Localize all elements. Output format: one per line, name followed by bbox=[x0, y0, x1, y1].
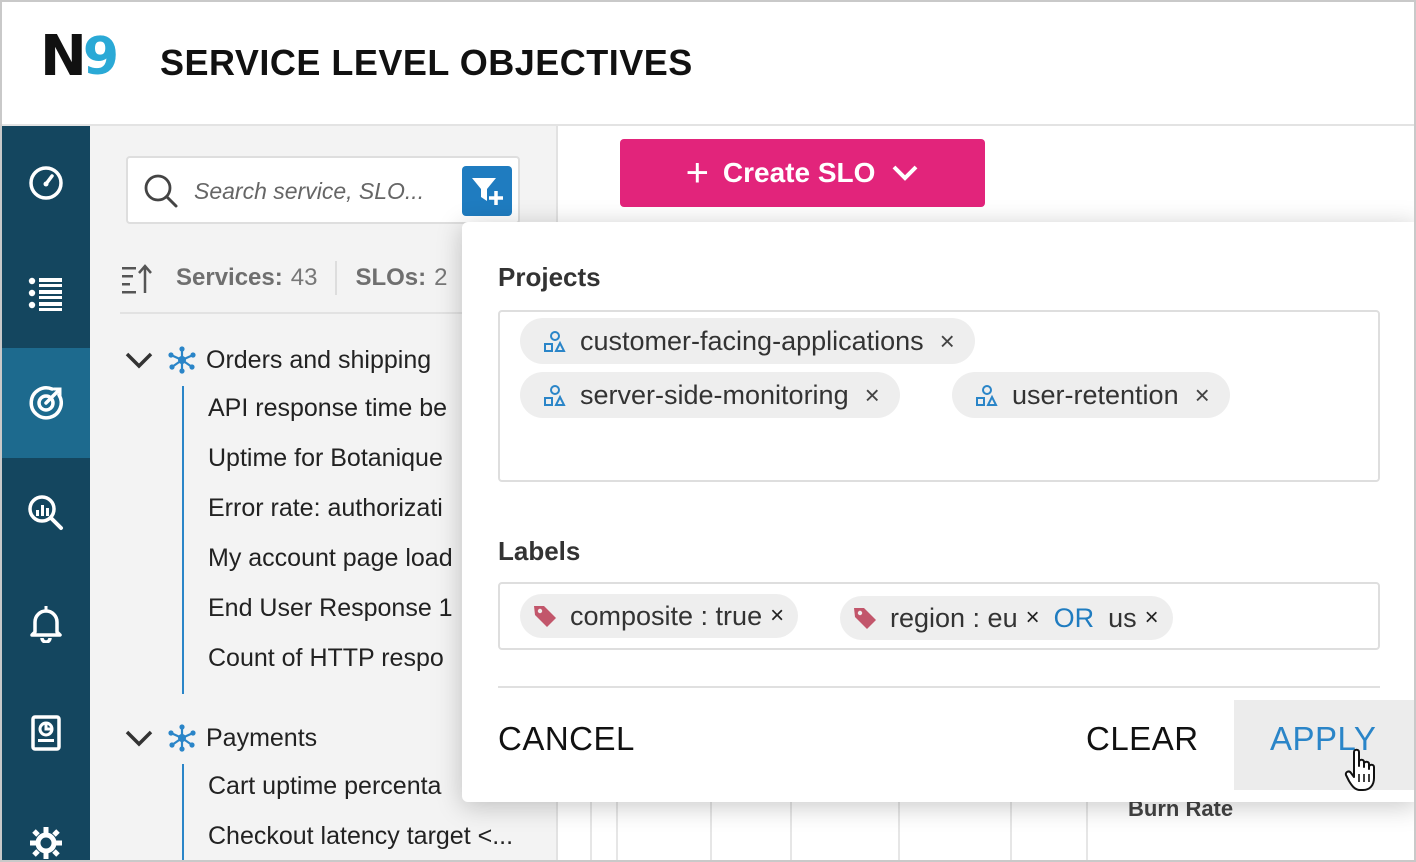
close-icon[interactable]: × bbox=[1145, 604, 1159, 632]
sidebar-nav bbox=[2, 126, 90, 860]
top-header: N 9 SERVICE LEVEL OBJECTIVES bbox=[2, 2, 1414, 126]
tree-line bbox=[182, 386, 184, 694]
divider bbox=[335, 261, 338, 295]
chevron-down-icon[interactable] bbox=[124, 723, 154, 753]
service-icon bbox=[168, 724, 196, 752]
chevron-down-icon bbox=[893, 165, 918, 181]
project-icon bbox=[544, 385, 566, 406]
filter-plus-icon bbox=[472, 178, 503, 205]
slo-list-item[interactable]: Checkout latency target <... bbox=[208, 816, 548, 856]
service-group-payments[interactable]: Payments bbox=[124, 718, 317, 758]
filter-dropdown: Projects customer-facing-applications × … bbox=[462, 222, 1414, 802]
project-name: server-side-monitoring bbox=[580, 379, 849, 410]
nav-dashboard[interactable] bbox=[2, 128, 90, 238]
search-icon bbox=[144, 174, 178, 208]
project-chip: user-retention × bbox=[952, 372, 1230, 418]
slos-count-label: SLOs: bbox=[355, 264, 427, 291]
project-icon bbox=[976, 385, 998, 406]
label-key-value: region : eu bbox=[890, 602, 1018, 633]
projects-title: Projects bbox=[498, 262, 601, 292]
clear-button[interactable]: CLEAR bbox=[1086, 720, 1199, 758]
project-chip: customer-facing-applications × bbox=[520, 318, 975, 364]
close-icon[interactable]: × bbox=[940, 326, 955, 357]
page-title: SERVICE LEVEL OBJECTIVES bbox=[160, 42, 693, 83]
nav-analytics[interactable] bbox=[2, 458, 90, 568]
label-chip: composite : true × bbox=[520, 594, 799, 638]
label-text: composite : true bbox=[570, 600, 763, 631]
n9-logo[interactable]: N 9 bbox=[40, 24, 120, 89]
speedometer-icon bbox=[29, 166, 63, 200]
plus-icon: + bbox=[685, 151, 709, 195]
logo-digit: 9 bbox=[82, 27, 120, 87]
service-icon bbox=[168, 346, 196, 374]
project-name: user-retention bbox=[1012, 379, 1179, 410]
gear-icon bbox=[30, 827, 62, 859]
close-icon[interactable]: × bbox=[865, 380, 880, 411]
nav-settings[interactable] bbox=[2, 788, 90, 860]
divider bbox=[498, 686, 1380, 688]
service-group-orders[interactable]: Orders and shipping bbox=[124, 340, 431, 380]
close-icon[interactable]: × bbox=[1026, 604, 1040, 632]
nav-slos[interactable] bbox=[2, 348, 90, 458]
nav-services-list[interactable] bbox=[2, 238, 90, 348]
analytics-search-icon bbox=[28, 495, 63, 530]
list-icon bbox=[28, 277, 62, 311]
nav-alerts[interactable] bbox=[2, 568, 90, 678]
labels-title: Labels bbox=[498, 536, 581, 566]
label-value: us bbox=[1108, 602, 1137, 633]
close-icon[interactable]: × bbox=[1195, 380, 1210, 411]
report-icon bbox=[31, 715, 61, 751]
services-count: 43 bbox=[290, 264, 318, 291]
project-name: customer-facing-applications bbox=[580, 325, 924, 356]
chevron-down-icon[interactable] bbox=[124, 345, 154, 375]
add-filter-button[interactable] bbox=[462, 166, 512, 216]
tag-icon bbox=[854, 608, 876, 629]
sort-icon[interactable] bbox=[120, 261, 154, 295]
stats-bar: Services: 43 SLOs: 2 bbox=[120, 256, 448, 300]
search-box[interactable]: Search service, SLO... bbox=[126, 156, 520, 224]
cancel-button[interactable]: CANCEL bbox=[498, 720, 635, 758]
target-icon bbox=[29, 386, 63, 420]
or-operator[interactable]: OR bbox=[1054, 603, 1095, 634]
label-chip: region : eu × OR us × bbox=[840, 596, 1173, 640]
nav-reports[interactable] bbox=[2, 678, 90, 788]
service-name: Payments bbox=[206, 723, 318, 752]
slos-count: 2 bbox=[434, 264, 448, 291]
app-window: N 9 SERVICE LEVEL OBJECTIVES Search serv… bbox=[0, 0, 1416, 862]
service-name: Orders and shipping bbox=[206, 345, 432, 374]
project-chip: server-side-monitoring × bbox=[520, 372, 900, 418]
projects-field[interactable]: customer-facing-applications × server-si… bbox=[498, 310, 1380, 482]
bell-icon bbox=[30, 606, 62, 643]
services-count-label: Services: bbox=[176, 264, 283, 291]
close-icon[interactable]: × bbox=[770, 602, 784, 630]
create-slo-button[interactable]: + Create SLO bbox=[620, 139, 985, 207]
create-slo-label: Create SLO bbox=[722, 157, 876, 188]
labels-field[interactable]: composite : true × region : eu × OR us × bbox=[498, 582, 1380, 650]
tag-icon bbox=[534, 606, 556, 627]
search-input[interactable]: Search service, SLO... bbox=[194, 178, 424, 205]
tree-line bbox=[182, 764, 184, 860]
hand-cursor-icon bbox=[1344, 748, 1375, 791]
project-icon bbox=[544, 331, 566, 352]
logo-letter: N bbox=[40, 24, 87, 89]
